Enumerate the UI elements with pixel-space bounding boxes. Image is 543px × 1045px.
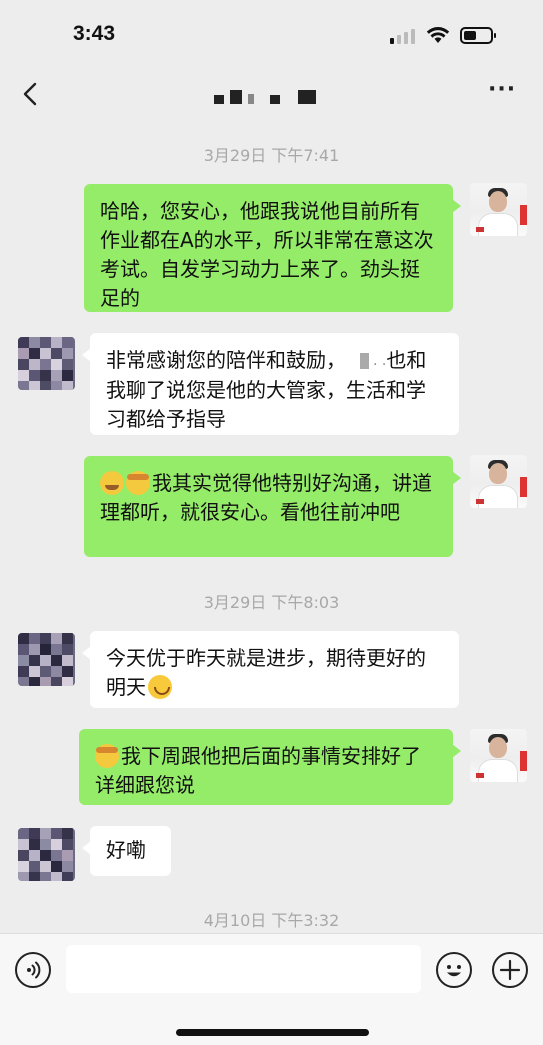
shushing-face-icon	[126, 471, 150, 495]
chat-title	[214, 90, 316, 104]
message-text: 我其实觉得他特别好沟通，讲道理都听，就很安心。看他往前冲吧	[100, 471, 432, 524]
crying-face-icon	[100, 471, 124, 495]
avatar[interactable]	[470, 183, 527, 236]
avatar[interactable]	[470, 455, 527, 508]
status-time: 3:43	[73, 22, 116, 45]
shushing-face-icon	[95, 744, 119, 768]
chat-header: ···	[0, 66, 543, 122]
timestamp: 3月29日 下午7:41	[203, 146, 340, 165]
wifi-icon	[426, 27, 450, 43]
emoji-icon[interactable]	[436, 952, 472, 988]
avatar[interactable]	[18, 337, 75, 390]
redacted-tail: . .	[373, 353, 387, 369]
home-indicator	[176, 1029, 369, 1036]
input-bar	[0, 933, 543, 1045]
timestamp: 4月10日 下午3:32	[203, 911, 340, 930]
avatar[interactable]	[18, 828, 75, 881]
plus-icon[interactable]	[492, 952, 528, 988]
message-bubble-incoming[interactable]: 好嘞	[82, 826, 171, 876]
voice-icon[interactable]	[15, 952, 51, 988]
redacted-mark	[360, 353, 369, 369]
more-options-icon[interactable]: ···	[488, 79, 520, 103]
smile-face-icon	[148, 675, 172, 699]
back-arrow-icon[interactable]	[18, 80, 44, 108]
message-bubble-outgoing[interactable]: 哈哈，您安心，他跟我说他目前所有作业都在A的水平，所以非常在意这次考试。自发学习…	[84, 184, 461, 312]
message-text: 我下周跟他把后面的事情安排好了详细跟您说	[95, 744, 421, 797]
message-bubble-incoming[interactable]: 今天优于昨天就是进步，期待更好的明天	[82, 631, 459, 708]
message-bubble-incoming[interactable]: 非常感谢您的陪伴和鼓励，. .也和我聊了说您是他的大管家，生活和学习都给予指导	[82, 333, 459, 435]
avatar[interactable]	[470, 729, 527, 782]
avatar[interactable]	[18, 633, 75, 686]
message-bubble-outgoing[interactable]: 我其实觉得他特别好沟通，讲道理都听，就很安心。看他往前冲吧	[84, 456, 461, 557]
status-bar: 3:43	[0, 0, 543, 66]
message-bubble-outgoing[interactable]: 我下周跟他把后面的事情安排好了详细跟您说	[79, 729, 461, 805]
battery-icon	[460, 27, 496, 44]
timestamp: 3月29日 下午8:03	[203, 593, 340, 612]
message-input[interactable]	[66, 945, 421, 993]
cellular-signal-icon	[390, 28, 415, 44]
message-text: 非常感谢您的陪伴和鼓励，	[106, 348, 346, 372]
